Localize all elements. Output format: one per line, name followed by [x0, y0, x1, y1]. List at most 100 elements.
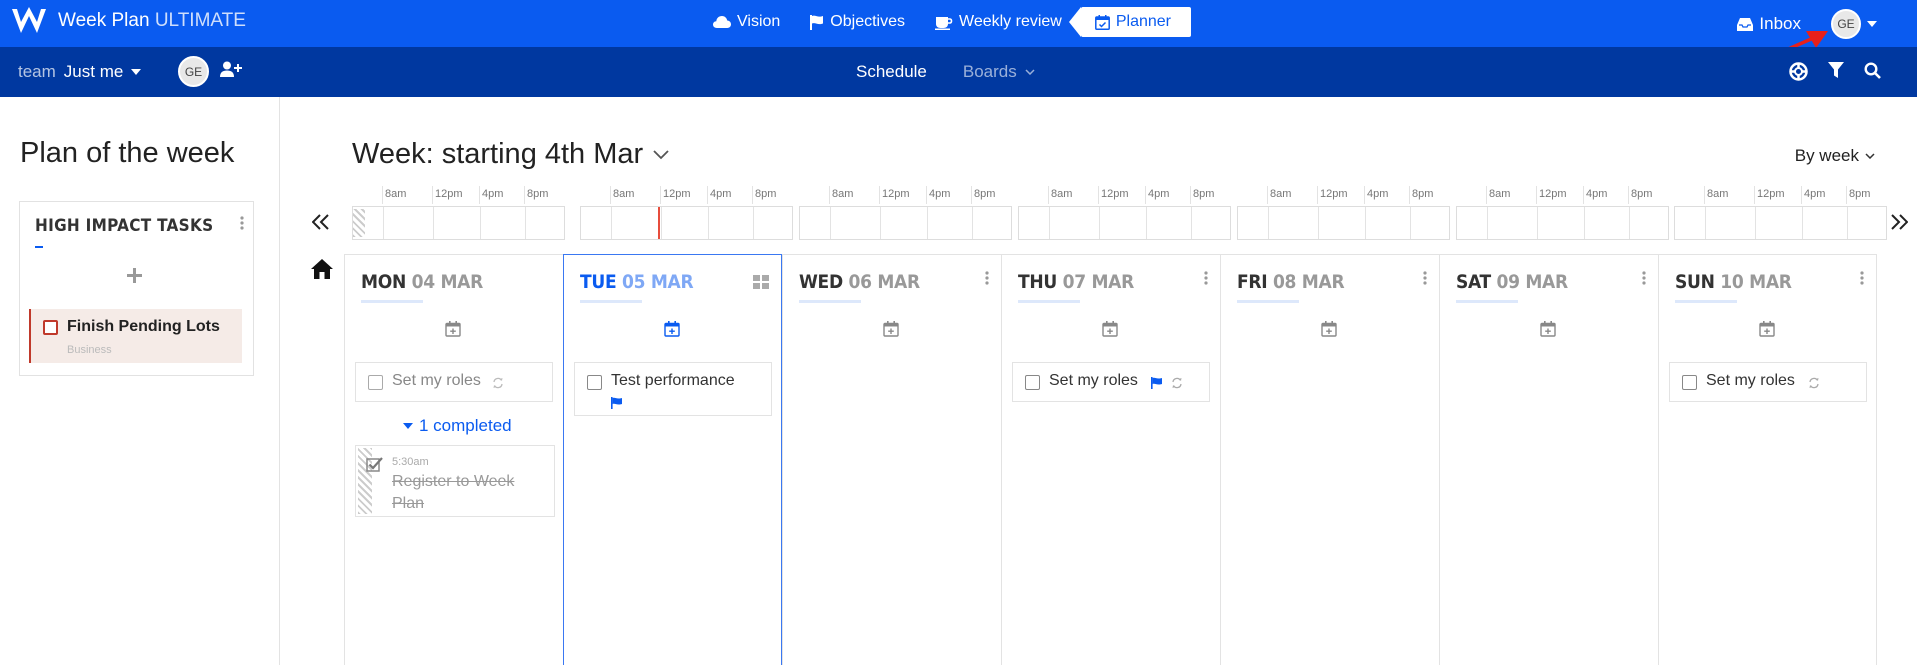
timeline-tick [1846, 186, 1847, 204]
task-checkbox[interactable] [1682, 375, 1697, 390]
timeline-gridline [708, 207, 709, 239]
timeline-gridline [927, 207, 928, 239]
task-checkbox[interactable] [368, 375, 383, 390]
kebab-menu-icon[interactable] [1860, 271, 1864, 285]
kebab-menu-icon[interactable] [240, 216, 244, 230]
grid-view-icon[interactable] [753, 275, 769, 289]
nav-vision[interactable]: Vision [698, 7, 795, 37]
add-task-icon[interactable] [127, 268, 142, 283]
team-member[interactable]: GE [178, 56, 209, 87]
cloud-icon [713, 16, 731, 28]
timeline-hour-label: 12pm [1757, 188, 1785, 200]
calendar-add-icon[interactable] [1540, 321, 1556, 337]
kebab-menu-icon[interactable] [985, 271, 989, 285]
high-impact-title: HIGH IMPACT TASKS [35, 216, 214, 236]
task-checkbox[interactable] [43, 320, 58, 335]
kebab-menu-icon[interactable] [1204, 271, 1208, 285]
timeline-hour-label: 12pm [435, 188, 463, 200]
nav-objectives[interactable]: Objectives [795, 7, 920, 37]
task-card[interactable]: Test performance [574, 362, 772, 416]
caret-down-icon [1867, 21, 1877, 27]
calendar-add-icon[interactable] [664, 321, 680, 337]
day-date: 07 MAR [1062, 271, 1135, 293]
calendar-add-icon[interactable] [1102, 321, 1118, 337]
kebab-menu-icon[interactable] [1642, 271, 1646, 285]
day-timeline[interactable]: 8am 12pm 4pm 8pm [799, 186, 1012, 242]
timeline-hour-label: 8pm [755, 188, 777, 200]
calendar-add-icon[interactable] [883, 321, 899, 337]
day-timeline[interactable]: 8am 12pm 4pm 8pm [1237, 186, 1450, 242]
next-week-icon[interactable] [1890, 214, 1908, 230]
team-selector[interactable]: team Just me [18, 62, 142, 82]
completed-task[interactable]: 5:30am Register to Week Plan [355, 445, 555, 517]
filter-icon[interactable] [1828, 62, 1844, 79]
day-name: TUE [580, 271, 617, 293]
sidebar: Plan of the week HIGH IMPACT TASKS Finis… [0, 97, 280, 665]
day-name: WED [799, 271, 843, 293]
brand-name: Week Plan ULTIMATE [58, 10, 246, 31]
task-category: Business [67, 344, 112, 356]
week-selector[interactable]: Week: starting 4th Mar [352, 138, 669, 171]
repeat-icon [1172, 377, 1182, 389]
task-card[interactable]: Set my roles [1012, 362, 1210, 402]
day-column-mon[interactable]: MON 04 MAR Set my roles 1 completed 5:30… [344, 254, 563, 665]
high-impact-task[interactable]: Finish Pending Lots Business [29, 309, 242, 363]
timeline-gridline [880, 207, 881, 239]
calendar-add-icon[interactable] [1321, 321, 1337, 337]
day-name: FRI [1237, 271, 1268, 293]
tab-schedule[interactable]: Schedule [856, 62, 927, 82]
prev-week-icon[interactable] [312, 214, 330, 230]
task-card[interactable]: Set my roles [1669, 362, 1867, 402]
timeline-hour-label: 8pm [1412, 188, 1434, 200]
task-card[interactable]: Set my roles [355, 362, 553, 402]
timeline-tick [1628, 186, 1629, 204]
member-avatar: GE [178, 56, 209, 87]
nav-planner[interactable]: Planner [1068, 7, 1191, 37]
day-date: 08 MAR [1272, 271, 1345, 293]
calendar-add-icon[interactable] [445, 321, 461, 337]
timeline-tick [971, 186, 972, 204]
day-column-thu[interactable]: THU 07 MAR Set my roles [1001, 254, 1220, 665]
completed-toggle[interactable]: 1 completed [403, 416, 512, 436]
timeline-track [580, 206, 793, 240]
main-nav: Vision Objectives Weekly review Planner [698, 7, 1191, 37]
search-icon[interactable] [1864, 62, 1881, 79]
day-timeline[interactable]: 8am 12pm 4pm 8pm [1456, 186, 1669, 242]
caret-down-icon [131, 69, 142, 75]
help-lifebuoy-icon[interactable] [1789, 62, 1808, 81]
day-progress-bar [1237, 300, 1299, 303]
day-column-fri[interactable]: FRI 08 MAR [1220, 254, 1439, 665]
timeline-hour-label: 8am [1707, 188, 1729, 200]
timeline-gridline [611, 207, 612, 239]
task-name: Finish Pending Lots [67, 318, 220, 335]
home-icon[interactable] [310, 258, 334, 280]
tab-boards[interactable]: Boards [963, 62, 1035, 82]
day-timeline[interactable]: 8am 12pm 4pm 8pm [580, 186, 793, 242]
timeline-gridline [753, 207, 754, 239]
view-mode-selector[interactable]: By week [1795, 146, 1875, 166]
checked-box-icon[interactable] [366, 456, 384, 472]
timeline-hour-label: 8pm [1631, 188, 1653, 200]
task-checkbox[interactable] [587, 375, 602, 390]
day-timeline[interactable]: 8am 12pm 4pm 8pm [1018, 186, 1231, 242]
timeline-hour-label: 12pm [1320, 188, 1348, 200]
completed-count: 1 completed [419, 416, 512, 435]
day-timeline[interactable]: 8am 12pm 4pm 8pm [1674, 186, 1887, 242]
day-column-sat[interactable]: SAT 09 MAR [1439, 254, 1658, 665]
task-checkbox[interactable] [1025, 375, 1040, 390]
day-column-wed[interactable]: WED 06 MAR [782, 254, 1001, 665]
day-column-tue[interactable]: TUE 05 MAR Test performance [563, 254, 782, 665]
timeline-hour-label: 8pm [527, 188, 549, 200]
add-user-button[interactable] [220, 61, 242, 78]
brand[interactable]: Week Plan ULTIMATE [10, 6, 246, 36]
sub-nav: Schedule Boards [856, 62, 1035, 82]
sidebar-title: Plan of the week [20, 137, 235, 169]
flag-icon [810, 14, 824, 30]
kebab-menu-icon[interactable] [1423, 271, 1427, 285]
nav-weekly-review[interactable]: Weekly review [920, 7, 1077, 37]
timeline-gridline [1410, 207, 1411, 239]
day-column-sun[interactable]: SUN 10 MAR Set my roles [1658, 254, 1877, 665]
calendar-add-icon[interactable] [1759, 321, 1775, 337]
day-timeline[interactable]: 8am 12pm 4pm 8pm [352, 186, 565, 242]
day-name: THU [1018, 271, 1057, 293]
